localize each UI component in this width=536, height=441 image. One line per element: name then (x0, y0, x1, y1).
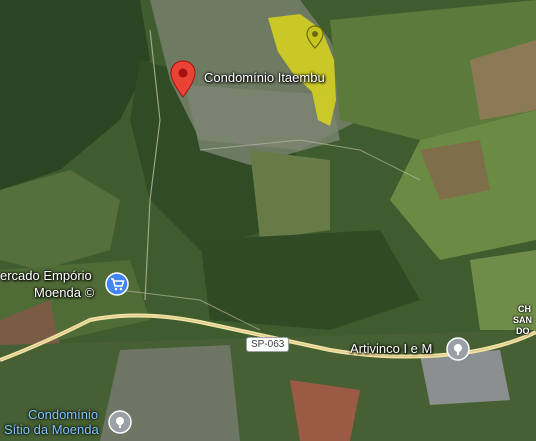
edge-label-line2: SAN (513, 315, 533, 325)
place-label-mercado-line2[interactable]: Moenda © (34, 285, 94, 300)
red-location-pin-icon[interactable] (170, 60, 196, 98)
place-label-condominio-itaembu[interactable]: Condomínio Itaembu (204, 70, 325, 85)
route-shield-sp-063: SP-063 (246, 337, 290, 352)
edge-label-line1: CH (518, 304, 531, 314)
gray-place-pin-icon[interactable] (108, 410, 132, 434)
edge-label-line3: DO (516, 326, 530, 336)
place-label-sitio-line2[interactable]: Sítio da Moenda (4, 423, 99, 437)
yellow-park-pin-icon[interactable] (306, 25, 324, 49)
place-label-mercado-line1[interactable]: ercado Empório (0, 268, 92, 283)
place-label-artivinco[interactable]: Artivinco I e M (350, 341, 432, 356)
red-soil-south (290, 380, 360, 441)
shopping-cart-icon[interactable] (105, 272, 129, 296)
gray-place-pin-icon[interactable] (446, 337, 470, 361)
open-clearing (250, 150, 330, 240)
place-label-sitio-line1[interactable]: Condomínio (28, 408, 98, 422)
satellite-map[interactable] (0, 0, 536, 441)
